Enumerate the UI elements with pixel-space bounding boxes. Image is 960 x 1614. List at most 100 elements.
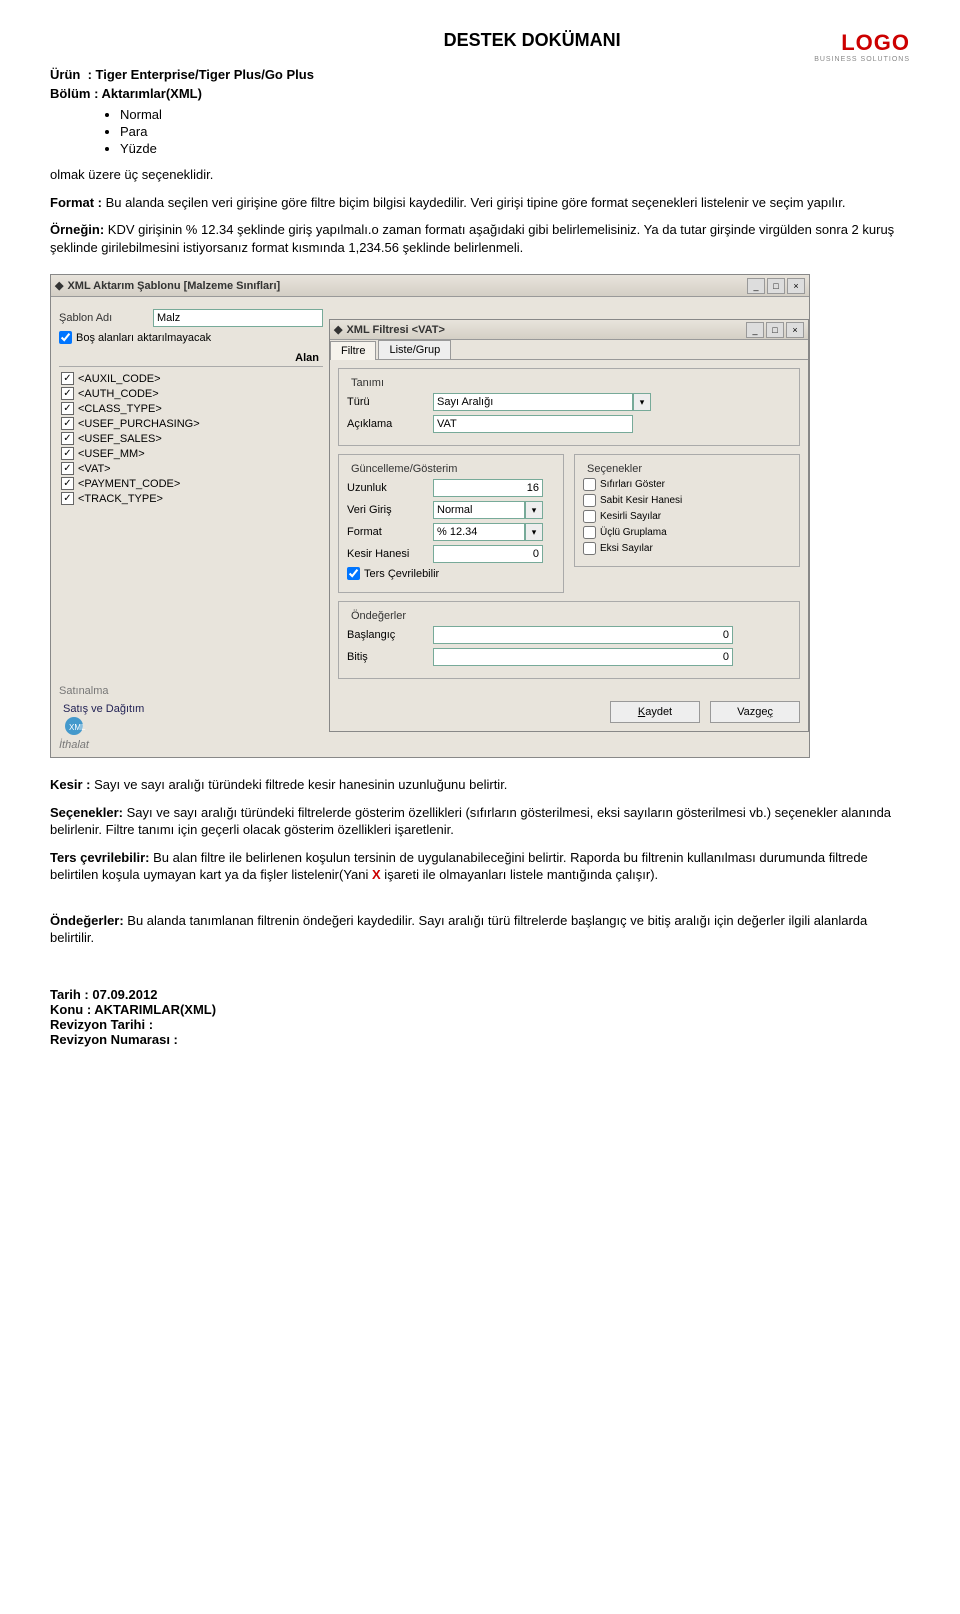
red-x: X <box>372 867 381 882</box>
sidebar-item[interactable]: İthalat <box>55 737 152 753</box>
field-item[interactable]: <VAT> <box>59 461 323 476</box>
bos-alanlar-label: Boş alanları aktarılmayacak <box>76 332 211 344</box>
turu-label: Türü <box>347 396 427 408</box>
opt-label: Sabit Kesir Hanesi <box>600 495 682 506</box>
opt-sabit-kesir[interactable] <box>583 494 596 507</box>
field-item[interactable]: <AUTH_CODE> <box>59 386 323 401</box>
options-list: Normal Para Yüzde <box>120 107 910 156</box>
check-icon[interactable] <box>61 432 74 445</box>
check-icon[interactable] <box>61 417 74 430</box>
kaydet-button[interactable]: Kaydet <box>610 701 700 723</box>
urun-line: Ürün : Tiger Enterprise/Tiger Plus/Go Pl… <box>50 67 910 82</box>
footer-label: Konu : <box>50 1002 94 1017</box>
tanimi-group: Tanımı <box>347 377 388 389</box>
footer-label: Revizyon Tarihi : <box>50 1017 153 1032</box>
list-item: Normal <box>120 107 910 122</box>
format-combo[interactable] <box>433 523 525 541</box>
turu-combo[interactable] <box>433 393 633 411</box>
opt-uclu-gruplama[interactable] <box>583 526 596 539</box>
field-item[interactable]: <TRACK_TYPE> <box>59 491 323 506</box>
check-icon[interactable] <box>61 477 74 490</box>
bolum-value: : Aktarımlar(XML) <box>94 86 202 101</box>
bos-alanlar-checkbox[interactable] <box>59 331 72 344</box>
check-icon[interactable] <box>61 492 74 505</box>
sablon-adi-input[interactable] <box>153 309 323 327</box>
kesir-paragraph: Kesir : Sayı ve sayı aralığı türündeki f… <box>50 776 910 794</box>
kesir-p-label: Kesir : <box>50 777 90 792</box>
opt-sifirlari-goster[interactable] <box>583 478 596 491</box>
inner-title-text: XML Filtresi <VAT> <box>346 324 444 336</box>
secenekler-p-label: Seçenekler: <box>50 805 123 820</box>
field-item[interactable]: <CLASS_TYPE> <box>59 401 323 416</box>
xml-badge-icon: XML <box>65 717 83 735</box>
footer: Tarih : 07.09.2012 Konu : AKTARIMLAR(XML… <box>50 987 910 1047</box>
ters-p-label: Ters çevrilebilir: <box>50 850 149 865</box>
footer-label: Tarih : <box>50 987 92 1002</box>
field-label: <CLASS_TYPE> <box>78 403 162 415</box>
check-icon[interactable] <box>61 387 74 400</box>
opt-label: Sıfırları Göster <box>600 479 665 490</box>
chevron-down-icon[interactable]: ▾ <box>525 523 543 541</box>
guncelleme-group: Güncelleme/Gösterim <box>347 463 461 475</box>
check-icon[interactable] <box>61 402 74 415</box>
close-button[interactable]: × <box>787 278 805 294</box>
tab-liste-grup[interactable]: Liste/Grup <box>378 340 451 359</box>
check-icon[interactable] <box>61 462 74 475</box>
maximize-button[interactable]: □ <box>766 322 784 338</box>
veri-giris-label: Veri Giriş <box>347 504 427 516</box>
minimize-button[interactable]: _ <box>746 322 764 338</box>
field-item[interactable]: <USEF_SALES> <box>59 431 323 446</box>
baslangic-input[interactable] <box>433 626 733 644</box>
footer-value: 07.09.2012 <box>92 987 157 1002</box>
opt-label: Kesirli Sayılar <box>600 511 661 522</box>
sidebar-item-label: Satış ve Dağıtım <box>59 701 148 717</box>
veri-giris-combo[interactable] <box>433 501 525 519</box>
field-item[interactable]: <USEF_PURCHASING> <box>59 416 323 431</box>
close-button[interactable]: × <box>786 322 804 338</box>
uzunluk-label: Uzunluk <box>347 482 427 494</box>
ters-cevrilebilir-checkbox[interactable] <box>347 567 360 580</box>
doc-title: DESTEK DOKÜMANI <box>250 30 814 51</box>
chevron-down-icon[interactable]: ▾ <box>525 501 543 519</box>
field-item[interactable]: <AUXIL_CODE> <box>59 371 323 386</box>
after-bullets: olmak üzere üç seçeneklidir. <box>50 166 910 184</box>
minimize-button[interactable]: _ <box>747 278 765 294</box>
baslangic-label: Başlangıç <box>347 629 427 641</box>
sidebar-item[interactable]: Satış ve DağıtımXML <box>55 699 152 737</box>
field-label: <AUXIL_CODE> <box>78 373 161 385</box>
kesir-input[interactable] <box>433 545 543 563</box>
app-icon: ◆ <box>334 323 342 336</box>
bitis-input[interactable] <box>433 648 733 666</box>
check-icon[interactable] <box>61 447 74 460</box>
list-item: Para <box>120 124 910 139</box>
inner-window-title: ◆ XML Filtresi <VAT> <box>334 323 445 336</box>
uzunluk-input[interactable] <box>433 479 543 497</box>
bitis-label: Bitiş <box>347 651 427 663</box>
sidebar-item[interactable]: Satınalma <box>55 683 152 699</box>
app-icon: ◆ <box>55 279 63 292</box>
logo-subtext: BUSINESS SOLUTIONS <box>814 56 910 63</box>
vazgec-button[interactable]: Vazgeç <box>710 701 800 723</box>
urun-value: : Tiger Enterprise/Tiger Plus/Go Plus <box>88 67 314 82</box>
footer-value: AKTARIMLAR(XML) <box>94 1002 216 1017</box>
opt-eksi-sayilar[interactable] <box>583 542 596 555</box>
field-item[interactable]: <USEF_MM> <box>59 446 323 461</box>
field-item[interactable]: <PAYMENT_CODE> <box>59 476 323 491</box>
aciklama-input[interactable] <box>433 415 633 433</box>
format-paragraph: Format : Bu alanda seçilen veri girişine… <box>50 194 910 212</box>
window-title: ◆ XML Aktarım Şablonu [Malzeme Sınıfları… <box>55 279 280 292</box>
field-label: <USEF_MM> <box>78 448 145 460</box>
chevron-down-icon[interactable]: ▾ <box>633 393 651 411</box>
ters-cevrilebilir-label: Ters Çevrilebilir <box>364 568 439 580</box>
secenekler-paragraph: Seçenekler: Sayı ve sayı aralığı türünde… <box>50 804 910 839</box>
check-icon[interactable] <box>61 372 74 385</box>
field-label: <AUTH_CODE> <box>78 388 159 400</box>
list-item: Yüzde <box>120 141 910 156</box>
urun-label: Ürün <box>50 67 80 82</box>
format-text: Bu alanda seçilen veri girişine göre fil… <box>102 195 845 210</box>
alan-header: Alan <box>59 350 323 367</box>
maximize-button[interactable]: □ <box>767 278 785 294</box>
footer-label: Revizyon Numarası : <box>50 1032 178 1047</box>
opt-kesirli-sayilar[interactable] <box>583 510 596 523</box>
tab-filtre[interactable]: Filtre <box>330 341 376 360</box>
